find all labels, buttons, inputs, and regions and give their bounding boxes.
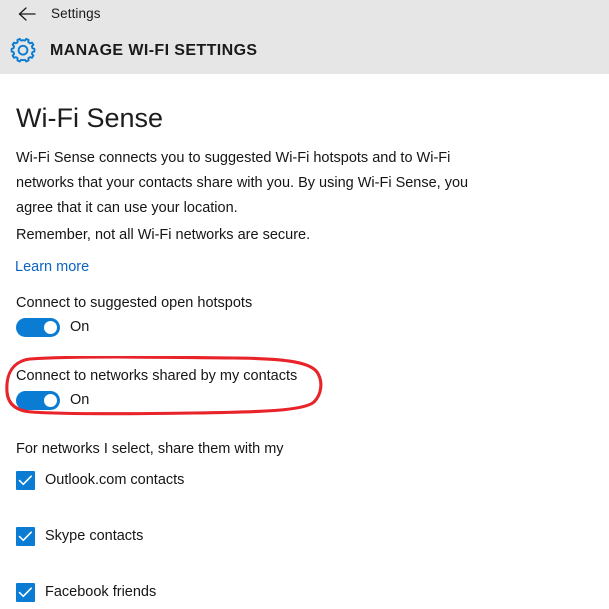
- checkbox-row-facebook[interactable]: Facebook friends: [16, 581, 156, 603]
- back-arrow-icon: [17, 6, 37, 22]
- toggle-knob: [44, 394, 57, 407]
- checkbox-label: Skype contacts: [45, 528, 144, 544]
- settings-content: Wi-Fi Sense Wi-Fi Sense connects you to …: [0, 74, 609, 609]
- checkbox-row-outlook[interactable]: Outlook.com contacts: [16, 469, 184, 491]
- checkbox-label: Outlook.com contacts: [45, 472, 185, 488]
- share-with-label: For networks I select, share them with m…: [16, 441, 284, 457]
- toggle-state-label: On: [70, 392, 90, 408]
- security-note: Remember, not all Wi-Fi networks are sec…: [16, 227, 311, 243]
- app-title: Settings: [51, 6, 101, 21]
- checkbox-skype[interactable]: [16, 526, 35, 546]
- window-chrome: Settings MANAGE WI-FI SETTINGS: [0, 0, 609, 74]
- page-title: MANAGE WI-FI SETTINGS: [50, 42, 258, 59]
- toggle-switch-shared-by-contacts[interactable]: [16, 391, 60, 410]
- toggle-state-label: On: [70, 319, 90, 335]
- page-header: MANAGE WI-FI SETTINGS: [0, 30, 609, 74]
- app-bar: Settings: [0, 0, 609, 28]
- toggle-switch-suggested-hotspots[interactable]: [16, 318, 60, 337]
- learn-more-link[interactable]: Learn more: [15, 256, 89, 278]
- checkbox-facebook[interactable]: [16, 582, 35, 602]
- checkbox-outlook[interactable]: [16, 470, 35, 490]
- toggle-label: Connect to networks shared by my contact…: [16, 368, 298, 384]
- toggle-label: Connect to suggested open hotspots: [16, 295, 253, 311]
- gear-icon: [6, 35, 40, 69]
- description-paragraph: Wi-Fi Sense connects you to suggested Wi…: [16, 150, 469, 216]
- back-button[interactable]: [12, 0, 42, 28]
- checkbox-row-skype[interactable]: Skype contacts: [16, 525, 143, 547]
- toggle-knob: [44, 321, 57, 334]
- section-title: Wi-Fi Sense: [16, 103, 164, 133]
- checkbox-label: Facebook friends: [45, 584, 157, 600]
